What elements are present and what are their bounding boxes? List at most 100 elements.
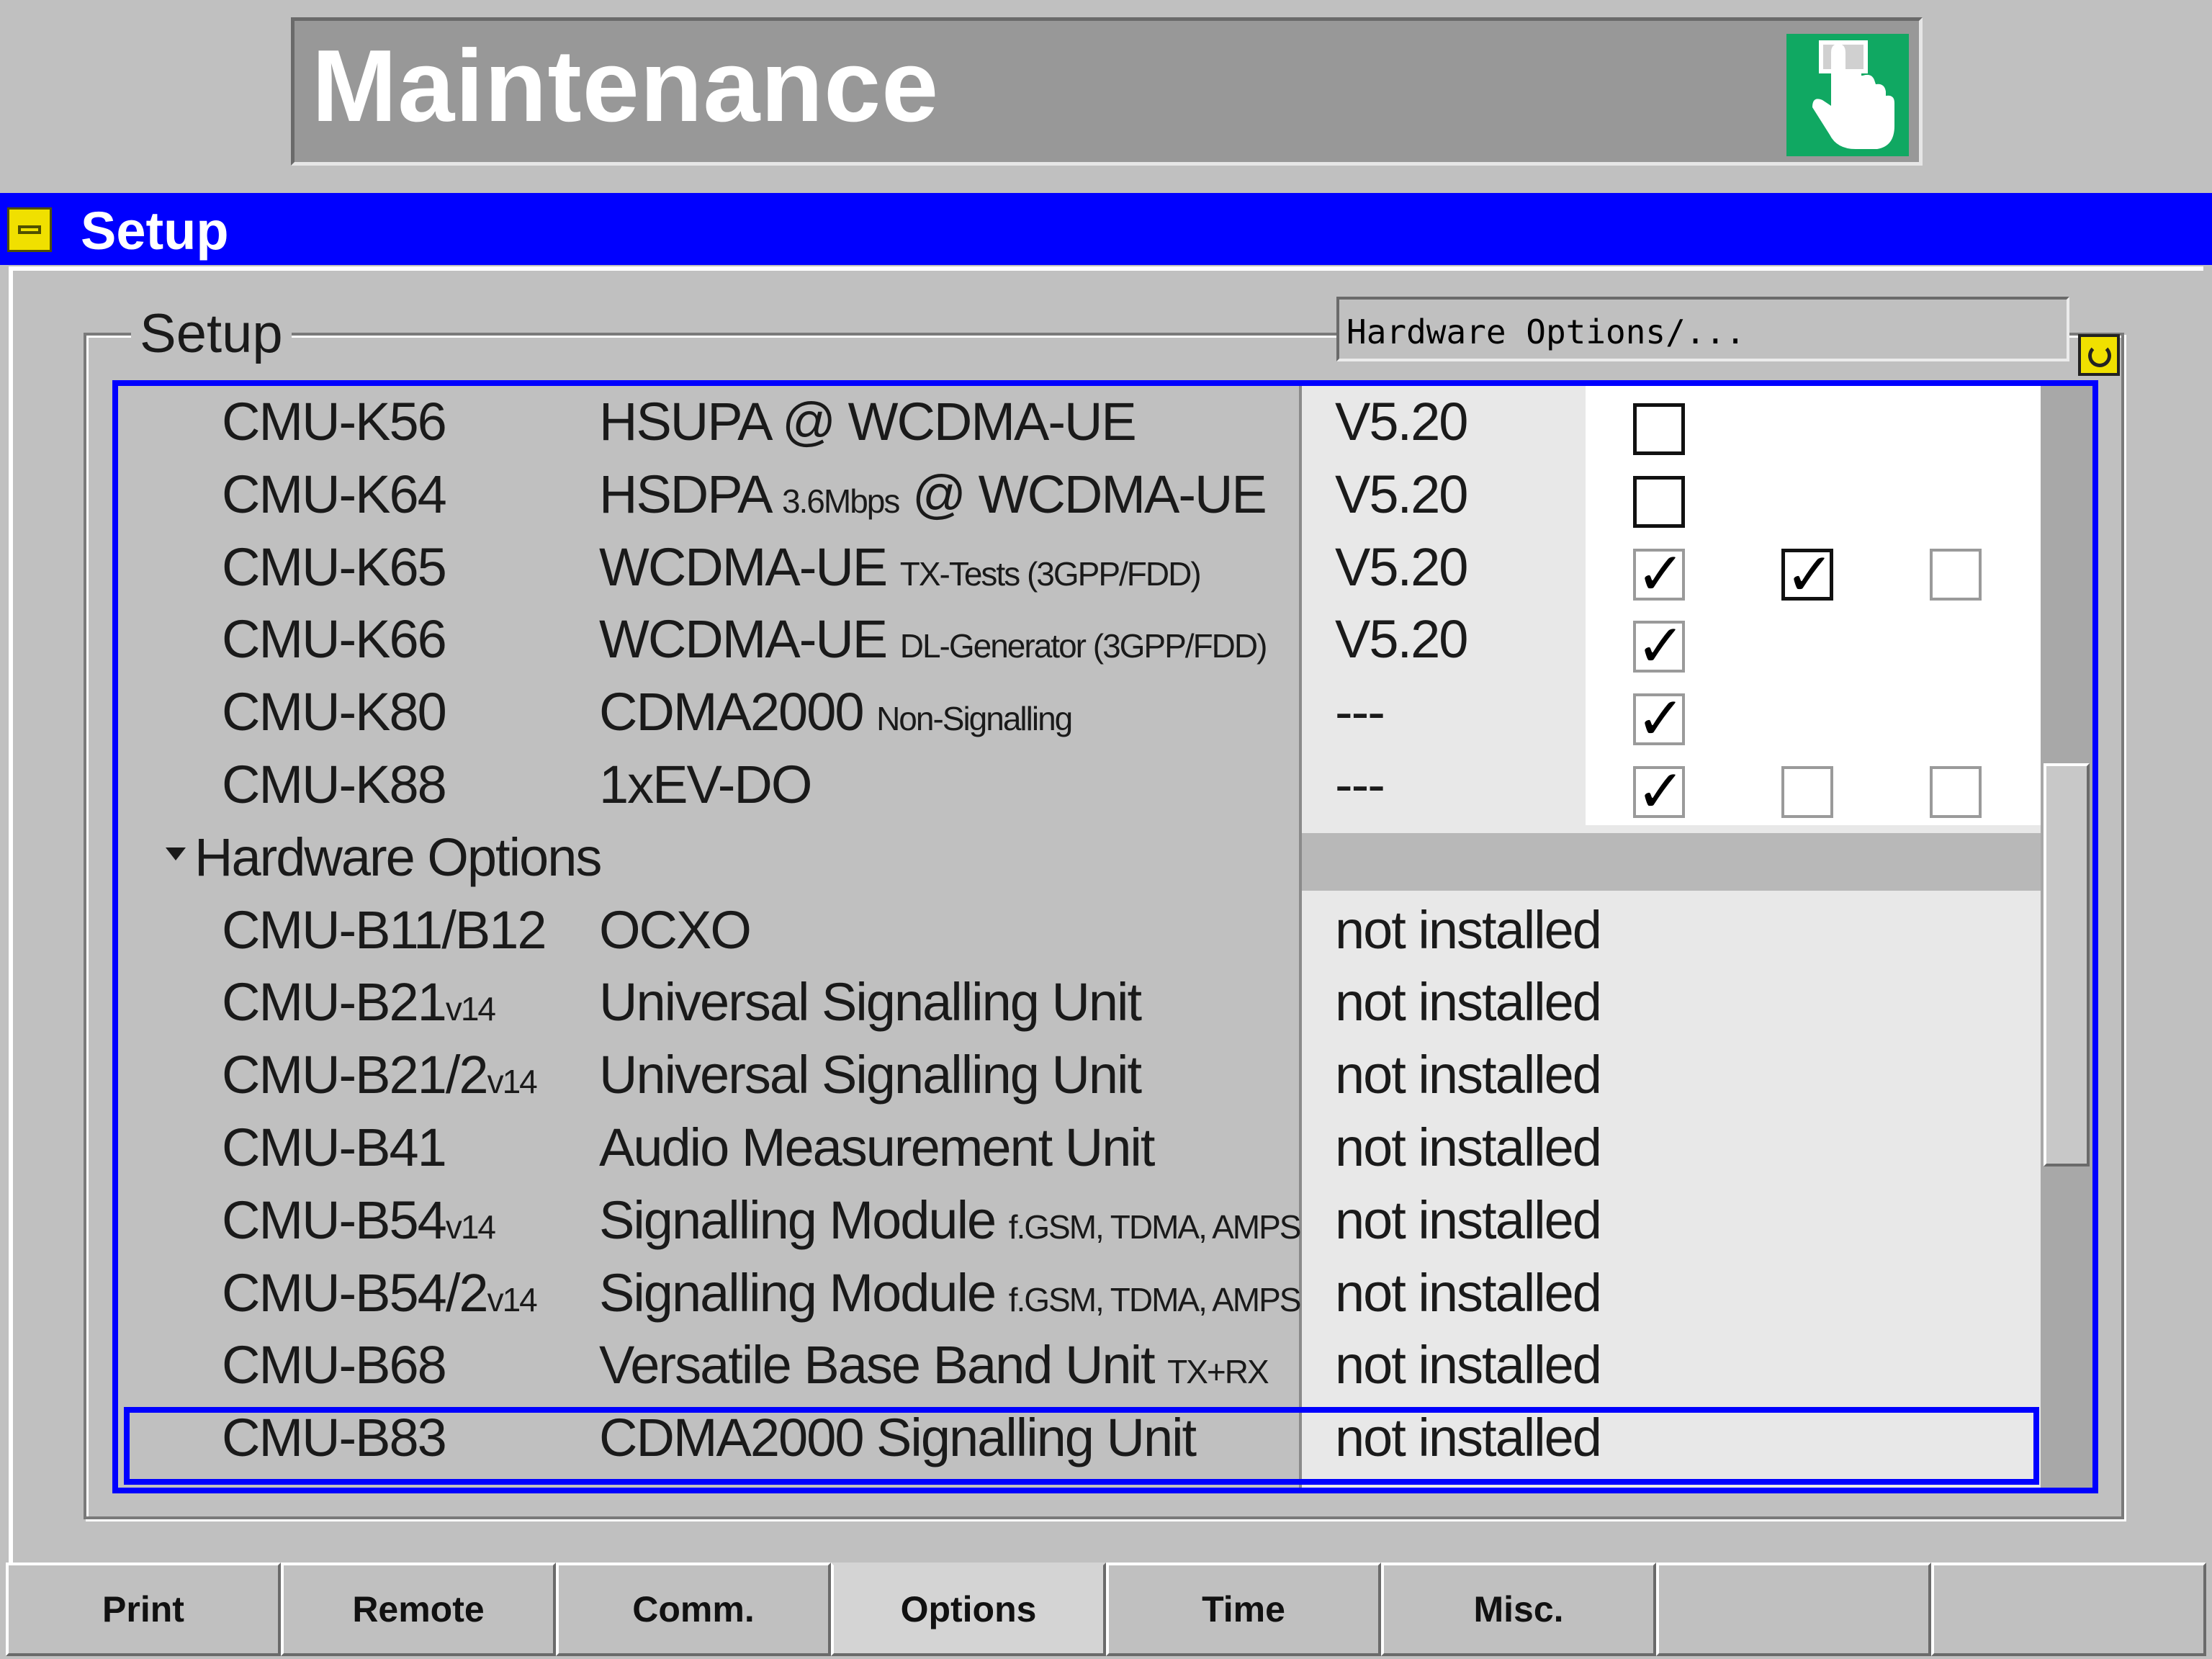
tab-options[interactable]: Options: [831, 1563, 1106, 1656]
section-header-hardware-options[interactable]: Hardware Options: [118, 822, 2041, 894]
option-checkbox[interactable]: [1633, 403, 1685, 455]
option-name-text: Versatile Base Band Unit: [599, 1335, 1168, 1395]
option-name: Versatile Base Band Unit TX+RX: [599, 1329, 1269, 1401]
option-name: CDMA2000 Signalling Unit: [599, 1402, 1197, 1474]
option-value: not installed: [1335, 1335, 1602, 1395]
table-row[interactable]: CMU-B11/B12 OCXO not installed: [118, 894, 2041, 966]
checkmark-icon: ✓: [1636, 613, 1686, 679]
option-code: CMU-K56: [222, 386, 447, 458]
table-row[interactable]: CMU-B68 Versatile Base Band Unit TX+RX not…: [118, 1329, 2041, 1401]
option-name-text: 1xEV-DO: [599, 755, 812, 814]
checkmark-icon: ✓: [1785, 542, 1835, 608]
option-value: not installed: [1335, 1408, 1602, 1467]
option-name-detail: Non-Signalling: [876, 700, 1073, 737]
options-table: CMU-K56 HSUPA @ WCDMA-UE V5.20 CMU-K64 HSDPA…: [118, 386, 2041, 1488]
option-code-text: CMU-B41: [222, 1118, 447, 1177]
option-value: V5.20: [1335, 609, 1468, 669]
option-name-detail: f.GSM, TDMA, AMPS: [1008, 1281, 1302, 1318]
table-row[interactable]: CMU-B21/2v14 Universal Signalling Unit not…: [118, 1039, 2041, 1111]
tab-time[interactable]: Time: [1106, 1563, 1381, 1656]
page-title: Maintenance: [312, 29, 940, 143]
option-name: 1xEV-DO: [599, 749, 812, 821]
option-code: CMU-B83: [222, 1402, 447, 1474]
tab-empty-7[interactable]: [1931, 1563, 2206, 1656]
option-checkbox: ✓: [1633, 613, 1686, 679]
option-code-text: CMU-B21/2: [222, 1045, 489, 1105]
option-code: CMU-B21/2v14: [222, 1039, 538, 1111]
option-code-text: CMU-B54/2: [222, 1263, 489, 1323]
option-value: V5.20: [1335, 392, 1468, 451]
option-value: not installed: [1335, 1118, 1602, 1177]
option-name: CDMA2000 Non-Signalling: [599, 676, 1073, 748]
option-code: CMU-B54v14: [222, 1184, 496, 1256]
table-row[interactable]: CMU-K66 WCDMA-UE DL-Generator (3GPP/FDD) V…: [118, 603, 2041, 679]
option-code-text: CMU-B11/B12: [222, 900, 547, 960]
option-name-text: WCDMA-UE: [599, 537, 900, 597]
option-name: WCDMA-UE DL-Generator (3GPP/FDD): [599, 603, 1267, 675]
tab-print[interactable]: Print: [6, 1563, 281, 1656]
table-row[interactable]: CMU-B54/2v14 Signalling Module f.GSM, TDM…: [118, 1257, 2041, 1329]
option-value: not installed: [1335, 900, 1602, 960]
option-code: CMU-K88: [222, 749, 447, 821]
table-row[interactable]: CMU-K65 WCDMA-UE TX-Tests (3GPP/FDD) V5.20…: [118, 531, 2041, 608]
option-code-suffix: v14: [487, 1281, 538, 1318]
option-name-text: Universal Signalling Unit: [599, 972, 1142, 1032]
section-label: Hardware Options: [166, 822, 602, 894]
table-row[interactable]: CMU-K80 CDMA2000 Non-Signalling --- ✓: [118, 676, 2041, 752]
table-row[interactable]: CMU-K56 HSUPA @ WCDMA-UE V5.20: [118, 386, 2041, 458]
option-name: Signalling Module f.GSM, TDMA, AMPS: [599, 1184, 1301, 1256]
tab-comm[interactable]: Comm.: [556, 1563, 831, 1656]
option-checkbox: ✓: [1633, 759, 1686, 824]
option-name: WCDMA-UE TX-Tests (3GPP/FDD): [599, 531, 1202, 603]
option-code-text: CMU-K65: [222, 537, 447, 597]
option-code: CMU-B11/B12: [222, 894, 547, 966]
tab-misc[interactable]: Misc.: [1381, 1563, 1656, 1656]
option-code-suffix: v14: [487, 1063, 538, 1100]
table-row[interactable]: CMU-B54v14 Signalling Module f.GSM, TDMA,…: [118, 1184, 2041, 1256]
checkmark-icon: ✓: [1636, 686, 1686, 752]
option-code: CMU-B68: [222, 1329, 447, 1401]
option-code: CMU-K65: [222, 531, 447, 603]
table-row[interactable]: CMU-B21v14 Universal Signalling Unit not i…: [118, 966, 2041, 1038]
tab-remote[interactable]: Remote: [281, 1563, 556, 1656]
option-code-text: CMU-K56: [222, 392, 447, 451]
option-checkbox: ✓: [1633, 686, 1686, 752]
scrollbar-thumb[interactable]: [2044, 763, 2090, 1166]
option-code-text: CMU-B68: [222, 1335, 447, 1395]
option-checkbox[interactable]: ✓: [1781, 542, 1835, 608]
refresh-icon[interactable]: [2078, 334, 2120, 376]
option-code-suffix: v14: [445, 1208, 496, 1246]
option-code: CMU-B21v14: [222, 966, 496, 1038]
option-name-detail: 3.6Mbps: [781, 482, 900, 520]
hand-pointer-icon[interactable]: [1786, 34, 1909, 156]
option-checkbox[interactable]: [1633, 476, 1685, 528]
group-label: Setup: [131, 302, 292, 365]
option-code-text: CMU-B54: [222, 1190, 447, 1250]
option-value: ---: [1335, 755, 1385, 814]
option-value: ---: [1335, 682, 1385, 742]
option-value: not installed: [1335, 1045, 1602, 1105]
tab-empty-6[interactable]: [1656, 1563, 1931, 1656]
option-name: Universal Signalling Unit: [599, 1039, 1142, 1111]
maintenance-title-box: Maintenance: [291, 17, 1923, 166]
table-row[interactable]: CMU-K88 1xEV-DO --- ✓: [118, 749, 2041, 824]
option-checkbox: ✓: [1633, 541, 1686, 607]
table-row[interactable]: CMU-K64 HSDPA 3.6Mbps @ WCDMA-UE V5.20: [118, 459, 2041, 531]
option-name: Signalling Module f.GSM, TDMA, AMPS: [599, 1257, 1302, 1329]
option-value: not installed: [1335, 1190, 1602, 1250]
option-value: not installed: [1335, 972, 1602, 1032]
minimize-icon[interactable]: [7, 207, 52, 252]
option-code: CMU-B54/2v14: [222, 1257, 538, 1329]
option-name-text: Universal Signalling Unit: [599, 1045, 1142, 1105]
collapse-triangle-icon[interactable]: [166, 848, 186, 861]
table-row[interactable]: CMU-B83 CDMA2000 Signalling Unit not insta…: [118, 1402, 2041, 1474]
option-code: CMU-B41: [222, 1112, 447, 1184]
option-name-text: Signalling Module: [599, 1190, 1009, 1250]
option-code-text: CMU-K66: [222, 609, 447, 669]
section-value-bg: [1302, 833, 2041, 891]
option-code: CMU-K80: [222, 676, 447, 748]
table-row[interactable]: CMU-B41 Audio Measurement Unit not install…: [118, 1112, 2041, 1184]
option-name: OCXO: [599, 894, 752, 966]
hardware-options-field[interactable]: Hardware Options/...: [1336, 297, 2069, 361]
option-code-text: CMU-B83: [222, 1408, 447, 1467]
